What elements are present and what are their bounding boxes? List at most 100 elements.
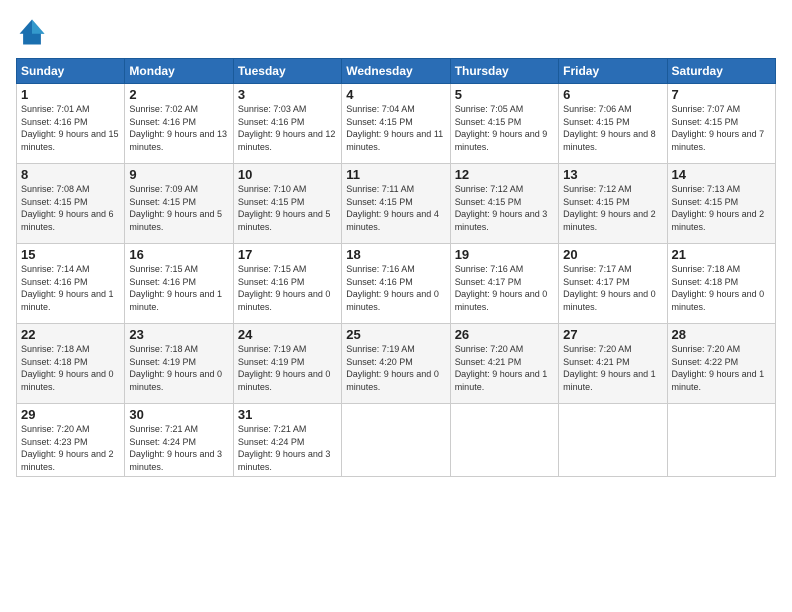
day-number: 24 [238, 327, 337, 342]
daylight-label: Daylight: 9 hours and 5 minutes. [129, 209, 222, 232]
day-info: Sunrise: 7:02 AM Sunset: 4:16 PM Dayligh… [129, 103, 228, 153]
weekday-header-friday: Friday [559, 59, 667, 84]
sunset-label: Sunset: 4:15 PM [21, 197, 88, 207]
day-number: 14 [672, 167, 771, 182]
sunrise-label: Sunrise: 7:19 AM [238, 344, 307, 354]
day-info: Sunrise: 7:08 AM Sunset: 4:15 PM Dayligh… [21, 183, 120, 233]
day-number: 23 [129, 327, 228, 342]
logo-icon [16, 16, 48, 48]
sunset-label: Sunset: 4:15 PM [563, 197, 630, 207]
sunrise-label: Sunrise: 7:02 AM [129, 104, 198, 114]
calendar-cell: 11 Sunrise: 7:11 AM Sunset: 4:15 PM Dayl… [342, 164, 450, 244]
calendar-cell: 20 Sunrise: 7:17 AM Sunset: 4:17 PM Dayl… [559, 244, 667, 324]
daylight-label: Daylight: 9 hours and 7 minutes. [672, 129, 765, 152]
calendar-cell: 1 Sunrise: 7:01 AM Sunset: 4:16 PM Dayli… [17, 84, 125, 164]
day-info: Sunrise: 7:09 AM Sunset: 4:15 PM Dayligh… [129, 183, 228, 233]
day-number: 2 [129, 87, 228, 102]
sunrise-label: Sunrise: 7:18 AM [672, 264, 741, 274]
day-info: Sunrise: 7:04 AM Sunset: 4:15 PM Dayligh… [346, 103, 445, 153]
daylight-label: Daylight: 9 hours and 0 minutes. [21, 369, 114, 392]
daylight-label: Daylight: 9 hours and 3 minutes. [129, 449, 222, 472]
sunrise-label: Sunrise: 7:04 AM [346, 104, 415, 114]
daylight-label: Daylight: 9 hours and 13 minutes. [129, 129, 227, 152]
day-number: 17 [238, 247, 337, 262]
day-number: 10 [238, 167, 337, 182]
sunrise-label: Sunrise: 7:21 AM [238, 424, 307, 434]
sunrise-label: Sunrise: 7:03 AM [238, 104, 307, 114]
sunrise-label: Sunrise: 7:21 AM [129, 424, 198, 434]
day-number: 11 [346, 167, 445, 182]
calendar-cell: 15 Sunrise: 7:14 AM Sunset: 4:16 PM Dayl… [17, 244, 125, 324]
sunrise-label: Sunrise: 7:20 AM [21, 424, 90, 434]
day-number: 8 [21, 167, 120, 182]
day-number: 26 [455, 327, 554, 342]
sunrise-label: Sunrise: 7:20 AM [563, 344, 632, 354]
sunrise-label: Sunrise: 7:11 AM [346, 184, 414, 194]
sunrise-label: Sunrise: 7:15 AM [238, 264, 307, 274]
daylight-label: Daylight: 9 hours and 0 minutes. [672, 289, 765, 312]
day-info: Sunrise: 7:06 AM Sunset: 4:15 PM Dayligh… [563, 103, 662, 153]
day-number: 7 [672, 87, 771, 102]
day-number: 15 [21, 247, 120, 262]
calendar-cell: 16 Sunrise: 7:15 AM Sunset: 4:16 PM Dayl… [125, 244, 233, 324]
sunset-label: Sunset: 4:17 PM [455, 277, 522, 287]
weekday-header-thursday: Thursday [450, 59, 558, 84]
sunset-label: Sunset: 4:16 PM [21, 117, 88, 127]
logo [16, 16, 52, 48]
sunrise-label: Sunrise: 7:15 AM [129, 264, 198, 274]
daylight-label: Daylight: 9 hours and 0 minutes. [563, 289, 656, 312]
calendar-cell: 8 Sunrise: 7:08 AM Sunset: 4:15 PM Dayli… [17, 164, 125, 244]
calendar-cell: 6 Sunrise: 7:06 AM Sunset: 4:15 PM Dayli… [559, 84, 667, 164]
daylight-label: Daylight: 9 hours and 5 minutes. [238, 209, 331, 232]
daylight-label: Daylight: 9 hours and 4 minutes. [346, 209, 439, 232]
sunrise-label: Sunrise: 7:18 AM [129, 344, 198, 354]
sunset-label: Sunset: 4:22 PM [672, 357, 739, 367]
day-number: 28 [672, 327, 771, 342]
day-number: 5 [455, 87, 554, 102]
daylight-label: Daylight: 9 hours and 2 minutes. [563, 209, 656, 232]
page: SundayMondayTuesdayWednesdayThursdayFrid… [0, 0, 792, 612]
sunset-label: Sunset: 4:15 PM [672, 197, 739, 207]
sunset-label: Sunset: 4:20 PM [346, 357, 413, 367]
day-number: 22 [21, 327, 120, 342]
day-info: Sunrise: 7:20 AM Sunset: 4:22 PM Dayligh… [672, 343, 771, 393]
sunset-label: Sunset: 4:15 PM [129, 197, 196, 207]
daylight-label: Daylight: 9 hours and 12 minutes. [238, 129, 336, 152]
weekday-header-tuesday: Tuesday [233, 59, 341, 84]
day-info: Sunrise: 7:12 AM Sunset: 4:15 PM Dayligh… [455, 183, 554, 233]
daylight-label: Daylight: 9 hours and 0 minutes. [346, 369, 439, 392]
daylight-label: Daylight: 9 hours and 2 minutes. [21, 449, 114, 472]
day-info: Sunrise: 7:18 AM Sunset: 4:18 PM Dayligh… [672, 263, 771, 313]
calendar-cell: 30 Sunrise: 7:21 AM Sunset: 4:24 PM Dayl… [125, 404, 233, 477]
day-number: 18 [346, 247, 445, 262]
day-number: 31 [238, 407, 337, 422]
calendar-cell: 19 Sunrise: 7:16 AM Sunset: 4:17 PM Dayl… [450, 244, 558, 324]
sunset-label: Sunset: 4:15 PM [563, 117, 630, 127]
calendar-cell: 27 Sunrise: 7:20 AM Sunset: 4:21 PM Dayl… [559, 324, 667, 404]
daylight-label: Daylight: 9 hours and 15 minutes. [21, 129, 119, 152]
calendar-cell: 25 Sunrise: 7:19 AM Sunset: 4:20 PM Dayl… [342, 324, 450, 404]
weekday-header-saturday: Saturday [667, 59, 775, 84]
sunset-label: Sunset: 4:15 PM [672, 117, 739, 127]
calendar-week-3: 15 Sunrise: 7:14 AM Sunset: 4:16 PM Dayl… [17, 244, 776, 324]
day-number: 4 [346, 87, 445, 102]
day-info: Sunrise: 7:19 AM Sunset: 4:19 PM Dayligh… [238, 343, 337, 393]
calendar-cell: 22 Sunrise: 7:18 AM Sunset: 4:18 PM Dayl… [17, 324, 125, 404]
calendar-cell: 31 Sunrise: 7:21 AM Sunset: 4:24 PM Dayl… [233, 404, 341, 477]
sunrise-label: Sunrise: 7:12 AM [563, 184, 632, 194]
sunrise-label: Sunrise: 7:06 AM [563, 104, 632, 114]
day-number: 29 [21, 407, 120, 422]
sunrise-label: Sunrise: 7:17 AM [563, 264, 632, 274]
calendar-cell: 5 Sunrise: 7:05 AM Sunset: 4:15 PM Dayli… [450, 84, 558, 164]
day-info: Sunrise: 7:18 AM Sunset: 4:19 PM Dayligh… [129, 343, 228, 393]
calendar-cell: 29 Sunrise: 7:20 AM Sunset: 4:23 PM Dayl… [17, 404, 125, 477]
weekday-header-monday: Monday [125, 59, 233, 84]
day-number: 16 [129, 247, 228, 262]
sunset-label: Sunset: 4:18 PM [21, 357, 88, 367]
day-number: 13 [563, 167, 662, 182]
calendar-cell: 2 Sunrise: 7:02 AM Sunset: 4:16 PM Dayli… [125, 84, 233, 164]
sunset-label: Sunset: 4:16 PM [129, 277, 196, 287]
calendar-cell: 23 Sunrise: 7:18 AM Sunset: 4:19 PM Dayl… [125, 324, 233, 404]
day-info: Sunrise: 7:12 AM Sunset: 4:15 PM Dayligh… [563, 183, 662, 233]
calendar-cell [559, 404, 667, 477]
